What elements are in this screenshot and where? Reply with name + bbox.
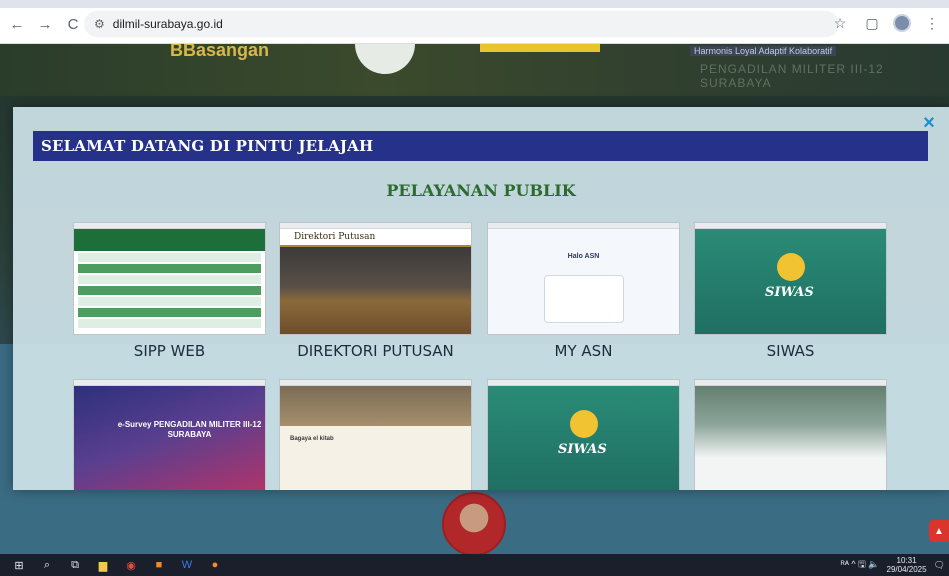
- word-icon[interactable]: W: [178, 558, 196, 572]
- toolbar: ← → C ⚙ dilmil-surabaya.go.id ☆ ▢ ⋮: [0, 10, 949, 38]
- taskbar: ⊞ ⌕ ⧉ ▆ ◉ ■ W ● ᴿᴬ ^ 🖫 🔈 10:31 29/04/202…: [0, 554, 949, 576]
- firefox-icon[interactable]: ●: [206, 558, 224, 572]
- site-logo: [355, 44, 415, 74]
- url-text: dilmil-surabaya.go.id: [112, 17, 223, 31]
- extensions-icon[interactable]: ▢: [861, 12, 883, 34]
- clock-time: 10:31: [896, 556, 917, 565]
- survey-thumbnail[interactable]: e-Survey PENGADILAN MILITER III-12 SURAB…: [73, 379, 266, 490]
- siwas-2-thumbnail[interactable]: SIWAS: [487, 379, 680, 490]
- service-card-label[interactable]: SIWAS: [694, 342, 887, 360]
- browser-chrome: ← → C ⚙ dilmil-surabaya.go.id ☆ ▢ ⋮: [0, 0, 949, 44]
- service-card-label[interactable]: SIPP WEB: [73, 342, 266, 360]
- tab-strip: [0, 0, 949, 8]
- reload-button[interactable]: C: [62, 13, 84, 35]
- sipp-thumbnail[interactable]: [73, 222, 266, 335]
- service-card-label[interactable]: DIREKTORI PUTUSAN: [279, 342, 472, 360]
- notification-icon[interactable]: 🗨: [934, 560, 945, 571]
- kebab-menu-icon[interactable]: ⋮: [921, 12, 943, 34]
- service-card-siwas-2[interactable]: SIWAS: [487, 379, 680, 490]
- service-card-survey[interactable]: e-Survey PENGADILAN MILITER III-12 SURAB…: [73, 379, 266, 490]
- service-card-siwas[interactable]: SIWAS SIWAS: [694, 222, 887, 360]
- profile-avatar-icon[interactable]: [893, 14, 911, 32]
- file-explorer-icon[interactable]: ▆: [94, 558, 112, 572]
- siwas-thumbnail[interactable]: SIWAS: [694, 222, 887, 335]
- siwas-thumb-title: SIWAS: [765, 285, 814, 300]
- modal-banner: SELAMAT DATANG DI PINTU JELAJAH: [33, 131, 928, 161]
- myasn-thumb-title: Halo ASN: [567, 253, 600, 260]
- siwas-2-thumb-title: SIWAS: [558, 442, 607, 457]
- close-icon[interactable]: ×: [918, 112, 940, 134]
- service-card-label[interactable]: MY ASN: [487, 342, 680, 360]
- officer-avatar: [442, 492, 506, 554]
- direktori-thumb-title: Direktori Putusan: [280, 229, 471, 247]
- site-motto: Harmonis Loyal Adaptif Kolaboratif: [690, 46, 837, 56]
- section-title: PELAYANAN PUBLIK: [386, 181, 576, 200]
- address-bar[interactable]: ⚙ dilmil-surabaya.go.id: [84, 11, 839, 37]
- forward-button[interactable]: →: [34, 13, 56, 35]
- pintu-jelajah-modal: SELAMAT DATANG DI PINTU JELAJAH PELAYANA…: [13, 107, 949, 490]
- back-button[interactable]: ←: [6, 13, 28, 35]
- clock[interactable]: 10:31 29/04/2025: [887, 556, 927, 574]
- service-card-laporan[interactable]: Bagaya el kitab: [279, 379, 472, 490]
- bookmark-star-icon[interactable]: ☆: [829, 12, 851, 34]
- service-card-myasn[interactable]: Halo ASN MY ASN: [487, 222, 680, 360]
- service-card-direktori[interactable]: Direktori Putusan DIREKTORI PUTUSAN: [279, 222, 472, 360]
- app-icon[interactable]: ■: [150, 558, 168, 572]
- survey-thumb-title: e-Survey PENGADILAN MILITER III-12 SURAB…: [117, 420, 262, 439]
- task-view-icon[interactable]: ⧉: [66, 558, 84, 572]
- site-header: BBasangan Harmonis Loyal Adaptif Kolabor…: [0, 44, 949, 96]
- direktori-thumbnail[interactable]: Direktori Putusan: [279, 222, 472, 335]
- map-thumbnail[interactable]: [694, 379, 887, 490]
- site-subtitle: PENGADILAN MILITER III-12 SURABAYA: [700, 62, 884, 90]
- service-card-map[interactable]: [694, 379, 887, 490]
- site-settings-icon[interactable]: ⚙: [94, 17, 105, 31]
- chrome-icon[interactable]: ◉: [122, 558, 140, 572]
- laporan-thumbnail[interactable]: Bagaya el kitab: [279, 379, 472, 490]
- myasn-thumbnail[interactable]: Halo ASN: [487, 222, 680, 335]
- tray-icons[interactable]: ᴿᴬ ^ 🖫 🔈: [841, 557, 880, 573]
- windows-start-icon[interactable]: ⊞: [10, 558, 28, 572]
- laporan-thumb-title: Bagaya el kitab: [290, 436, 334, 442]
- site-header-word: BBasangan: [170, 44, 270, 60]
- search-icon[interactable]: ⌕: [38, 558, 56, 572]
- header-accent: [480, 44, 600, 52]
- scroll-top-button[interactable]: ▲: [929, 520, 949, 542]
- service-card-sipp[interactable]: SIPP WEB: [73, 222, 266, 360]
- clock-date: 29/04/2025: [886, 565, 927, 574]
